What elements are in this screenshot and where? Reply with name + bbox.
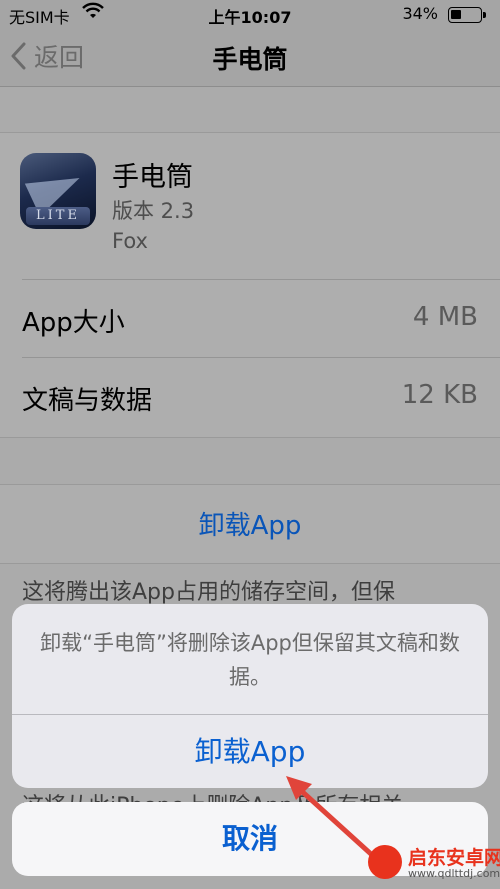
battery-percent: 34% xyxy=(402,4,438,23)
flashlight-app-icon: LITE xyxy=(20,153,96,229)
watermark: 启东安卓网 www.qdlttdj.com xyxy=(366,841,500,885)
documents-data-row: 文稿与数据 12 KB xyxy=(22,357,500,436)
app-size-label: App大小 xyxy=(22,308,125,338)
battery-cap xyxy=(483,12,486,18)
app-size-row: App大小 4 MB xyxy=(22,279,500,358)
app-info-group: LITE 手电筒 版本 2.3 Fox App大小 4 MB 文稿与数据 12 … xyxy=(0,132,500,438)
battery-icon xyxy=(448,7,482,23)
offload-app-button[interactable]: 卸载App xyxy=(12,715,488,788)
action-sheet-message: 卸载“手电筒”将删除该App但保留其文稿和数据。 xyxy=(40,631,460,689)
watermark-logo-icon xyxy=(368,845,402,879)
documents-data-value: 12 KB xyxy=(401,380,478,410)
app-version: 版本 2.3 xyxy=(112,199,195,223)
watermark-text: 启东安卓网 xyxy=(408,847,500,869)
offload-footnote: 这将腾出该App占用的储存空间，但保 xyxy=(22,580,395,605)
app-vendor: Fox xyxy=(112,229,148,253)
status-bar: 无SIM卡 上午10:07 34% xyxy=(0,0,500,28)
watermark-url: www.qdlttdj.com xyxy=(408,867,500,880)
app-icon-badge: LITE xyxy=(26,207,90,225)
action-sheet: 卸载“手电筒”将删除该App但保留其文稿和数据。 卸载App xyxy=(12,604,488,788)
navigation-bar: 返回 手电筒 xyxy=(0,28,500,87)
documents-data-label: 文稿与数据 xyxy=(22,386,153,416)
app-name: 手电筒 xyxy=(112,162,193,193)
app-size-value: 4 MB xyxy=(412,302,478,332)
offload-group: 卸载App xyxy=(0,484,500,564)
page-title: 手电筒 xyxy=(212,45,288,74)
offload-app-link[interactable]: 卸载App xyxy=(199,505,302,542)
